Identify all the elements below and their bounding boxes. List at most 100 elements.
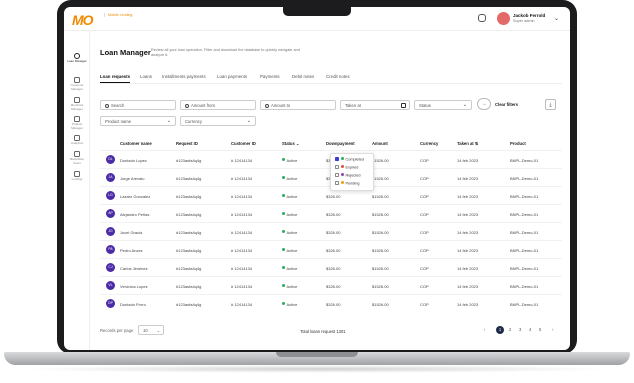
page-4[interactable]: 4 xyxy=(529,327,531,332)
records-per-page-select[interactable]: 10 ⌄ xyxy=(138,325,164,335)
sidebar-item-backoffice-users[interactable]: Backoffice Users xyxy=(66,151,88,165)
tab-loans[interactable]: Loans xyxy=(140,74,152,79)
tab-loan-requests[interactable]: Loan requests xyxy=(100,74,131,83)
page-2[interactable]: 2 xyxy=(509,327,511,332)
search-input[interactable]: Search xyxy=(100,100,176,110)
tab-loan-payments[interactable]: Loan payments xyxy=(217,74,247,79)
header-customer-id[interactable]: Customer ID xyxy=(231,141,256,146)
cell-currency: COP xyxy=(420,265,429,271)
currency-select[interactable]: Currency ⌄ xyxy=(180,116,256,126)
tab-installments-payments[interactable]: Installments payments xyxy=(162,74,206,79)
header-request-id[interactable]: Request ID xyxy=(176,141,198,146)
cell-taken: 14 feb 2023 xyxy=(457,247,479,253)
table-row[interactable]: VL Verónica Lopez #123asfa4q4g # 12414134 Ac… xyxy=(100,276,562,294)
notification-icon[interactable] xyxy=(478,14,486,22)
cell-request-id: #123asfa4q4g xyxy=(176,301,202,307)
user-role: Super admin xyxy=(513,19,535,23)
header-downpayment[interactable]: Downpayment xyxy=(326,141,355,146)
arrow-right-icon[interactable]: → xyxy=(477,98,491,110)
page-title: Loan Manager xyxy=(100,48,151,57)
chevron-down-icon: ⌄ xyxy=(166,118,171,124)
amount-from-input[interactable]: Amount from xyxy=(180,100,256,110)
page-5[interactable]: 5 xyxy=(539,327,541,332)
header-taken-at[interactable]: Taken at ⇅ xyxy=(457,141,478,146)
table-row[interactable]: CJ Carlos Jiménez #123asfa4q4g # 12414134 Ac… xyxy=(100,258,562,276)
status-badge: Active xyxy=(282,284,297,289)
cell-name: Alejandro Peñas xyxy=(120,211,150,217)
status-dropdown: Completed Expired Rejected Pending xyxy=(330,153,374,191)
cell-amount: $1526.00 xyxy=(372,265,389,271)
page-3[interactable]: 3 xyxy=(519,327,521,332)
avatar: JG xyxy=(106,227,115,236)
avatar: CJ xyxy=(106,263,115,272)
clear-filters-button[interactable]: Clear filters xyxy=(495,102,518,107)
header-currency[interactable]: Currency xyxy=(420,141,438,146)
header-customer-name[interactable]: Customer name xyxy=(120,141,152,146)
taken-at-input[interactable]: Taken at xyxy=(340,100,410,110)
chevron-down-icon: ⌄ xyxy=(156,328,160,333)
status-select[interactable]: Status ⌄ xyxy=(414,100,472,110)
status-option-pending[interactable]: Pending xyxy=(335,181,359,185)
header-status[interactable]: Status ⌄ xyxy=(282,141,300,146)
checkbox[interactable] xyxy=(335,181,339,186)
table-row[interactable]: JG Jucel Gracia #123asfa4q4g # 12414134 Acti… xyxy=(100,222,562,240)
cell-product: BNPL-Demo-01 xyxy=(510,211,539,217)
sidebar-item-merchant-manager[interactable]: Merchant Manager xyxy=(66,97,88,111)
header-product[interactable]: Product xyxy=(510,141,526,146)
cell-amount: $1526.00 xyxy=(372,247,389,253)
header-amount[interactable]: Amount xyxy=(372,141,388,146)
status-option-completed[interactable]: Completed xyxy=(335,157,364,161)
status-badge: Active xyxy=(282,266,297,271)
avatar: LG xyxy=(106,191,115,200)
cell-down: $326.00 xyxy=(326,283,341,289)
status-dot xyxy=(282,248,285,252)
checkbox-checked[interactable] xyxy=(335,157,339,162)
status-label: Active xyxy=(286,247,298,253)
status-dot xyxy=(341,173,344,176)
chevron-right-icon[interactable]: › xyxy=(552,327,553,332)
table-row[interactable]: PA Pedro Anzez #123asfa4q4g # 12414134 Activ… xyxy=(100,240,562,258)
status-label: Active xyxy=(286,175,298,181)
download-icon[interactable]: ⤓ xyxy=(545,99,556,110)
product-name-select[interactable]: Product name ⌄ xyxy=(100,116,176,126)
tab-credit-notes[interactable]: Credit notes xyxy=(326,74,350,79)
page-1[interactable]: 1 xyxy=(496,326,504,334)
tab-bar: Loan requests Loans Installments payment… xyxy=(100,74,562,84)
cell-request-id: #123asfa4q4g xyxy=(176,247,202,253)
chevron-down-icon[interactable]: ⌄ xyxy=(554,15,559,22)
table-row[interactable]: DP Donlado Porro #123asfa4q4g # 12414134 Act… xyxy=(100,294,562,312)
cell-taken: 14 feb 2023 xyxy=(457,283,479,289)
sidebar-item-lending[interactable]: Lending xyxy=(66,171,88,182)
chevron-left-icon[interactable]: ‹ xyxy=(484,327,485,332)
sidebar-item-analytics[interactable]: Analytics xyxy=(66,135,88,146)
cell-amount: $1526.00 xyxy=(372,157,389,163)
cell-amount: $1526.00 xyxy=(372,175,389,181)
records-per-page-label: Records per page xyxy=(100,328,134,333)
brand-logo[interactable]: MO xyxy=(72,12,94,28)
avatar[interactable] xyxy=(497,12,510,25)
amount-to-input[interactable]: Amount to xyxy=(260,100,336,110)
sidebar-item-loan-manager[interactable]: Loan Manager xyxy=(66,53,88,64)
tab-debit-notes[interactable]: Debit notes xyxy=(292,74,314,79)
avatar: AP xyxy=(106,209,115,218)
status-label: Active xyxy=(286,283,298,289)
cell-customer-id: # 12414134 xyxy=(231,229,253,235)
cell-request-id: #123asfa4q4g xyxy=(176,229,202,235)
checkbox[interactable] xyxy=(335,165,339,170)
cell-down: $326.00 xyxy=(326,193,341,199)
status-badge: Active xyxy=(282,230,297,235)
cell-currency: COP xyxy=(420,211,429,217)
checkbox[interactable] xyxy=(335,173,339,178)
sort-icon: ⇅ xyxy=(474,141,479,146)
table-row[interactable]: AP Alejandro Peñas #123asfa4q4g # 12414134 A… xyxy=(100,204,562,222)
status-option-rejected[interactable]: Rejected xyxy=(335,173,361,177)
status-badge: Active xyxy=(282,248,297,253)
cell-product: BNPL-Demo-01 xyxy=(510,247,539,253)
cell-request-id: #123asfa4q4g xyxy=(176,157,202,163)
status-option-expired[interactable]: Expired xyxy=(335,165,358,169)
cell-customer-id: # 12414134 xyxy=(231,193,253,199)
sidebar-item-customer-manager[interactable]: Customer Manager xyxy=(66,77,88,91)
tab-payments[interactable]: Payments xyxy=(260,74,280,79)
sidebar-item-product-manager[interactable]: Product Manager xyxy=(66,116,88,130)
cell-name: Verónica Lopez xyxy=(120,283,148,289)
